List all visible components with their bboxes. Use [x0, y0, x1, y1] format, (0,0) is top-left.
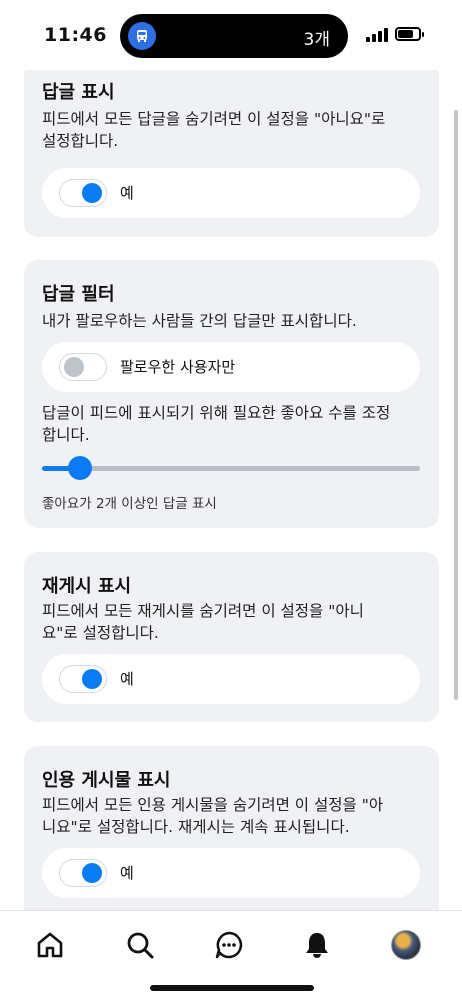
battery-icon — [395, 27, 424, 41]
search-icon[interactable] — [120, 925, 160, 965]
slider-desc-line2: 합니다. — [42, 426, 90, 444]
dynamic-island[interactable]: 3개 — [120, 14, 348, 58]
card-desc-line2: 요"로 설정합니다. — [42, 624, 159, 642]
avatar — [391, 930, 421, 960]
toggle-row-show-reposts[interactable]: 예 — [42, 654, 420, 704]
card-desc-line2: 설정합니다. — [42, 132, 119, 150]
scrollbar[interactable] — [454, 110, 458, 700]
toggle-row-show-replies[interactable]: 예 — [42, 168, 420, 218]
card-show-quotes: 인용 게시물 표시 피드에서 모든 인용 게시물을 숨기려면 이 설정을 "아 … — [24, 746, 439, 910]
toggle-label: 예 — [120, 670, 134, 688]
home-icon[interactable] — [30, 925, 70, 965]
card-desc-line2: 니요"로 설정합니다. 재게시는 계속 표시됩니다. — [42, 818, 350, 836]
toggle-label: 팔로우한 사용자만 — [120, 358, 236, 376]
toggle-row-show-quotes[interactable]: 예 — [42, 848, 420, 898]
toggle-switch[interactable] — [59, 179, 107, 207]
likes-slider[interactable] — [42, 456, 420, 480]
card-title: 인용 게시물 표시 — [42, 770, 171, 791]
card-desc: 내가 팔로우하는 사람들 간의 답글만 표시합니다. — [42, 312, 357, 330]
toggle-label: 예 — [120, 864, 134, 882]
card-show-reposts: 재게시 표시 피드에서 모든 재게시를 숨기려면 이 설정을 "아니 요"로 설… — [24, 552, 439, 722]
card-desc-line1: 피드에서 모든 인용 게시물을 숨기려면 이 설정을 "아 — [42, 796, 384, 814]
bell-icon[interactable] — [297, 925, 337, 965]
bus-icon — [128, 22, 156, 50]
toggle-row-following-only[interactable]: 팔로우한 사용자만 — [42, 342, 420, 392]
toggle-label: 예 — [120, 184, 134, 202]
chat-icon[interactable] — [209, 925, 249, 965]
toggle-switch[interactable] — [59, 665, 107, 693]
toggle-switch[interactable] — [59, 859, 107, 887]
card-title: 재게시 표시 — [42, 576, 132, 597]
slider-desc-line1: 답글이 피드에 표시되기 위해 필요한 좋아요 수를 조정 — [42, 404, 391, 422]
signal-icon — [366, 28, 388, 42]
home-indicator — [150, 985, 314, 991]
status-time: 11:46 — [44, 24, 107, 46]
slider-caption: 좋아요가 2개 이상인 답글 표시 — [42, 496, 217, 512]
island-count: 3개 — [303, 30, 330, 50]
card-desc-line1: 피드에서 모든 재게시를 숨기려면 이 설정을 "아니 — [42, 602, 364, 620]
card-desc-line1: 피드에서 모든 답글을 숨기려면 이 설정을 "아니요"로 — [42, 110, 386, 128]
card-show-replies: 답글 표시 피드에서 모든 답글을 숨기려면 이 설정을 "아니요"로 설정합니… — [24, 70, 439, 237]
settings-content[interactable]: 답글 표시 피드에서 모든 답글을 숨기려면 이 설정을 "아니요"로 설정합니… — [0, 70, 462, 910]
card-title: 답글 필터 — [42, 284, 115, 305]
status-bar: 11:46 3개 — [0, 0, 462, 70]
profile-avatar[interactable] — [386, 925, 426, 965]
slider-thumb[interactable] — [67, 456, 92, 480]
toggle-switch[interactable] — [59, 353, 107, 381]
card-reply-filter: 답글 필터 내가 팔로우하는 사람들 간의 답글만 표시합니다. 팔로우한 사용… — [24, 260, 439, 528]
card-title: 답글 표시 — [42, 82, 115, 103]
